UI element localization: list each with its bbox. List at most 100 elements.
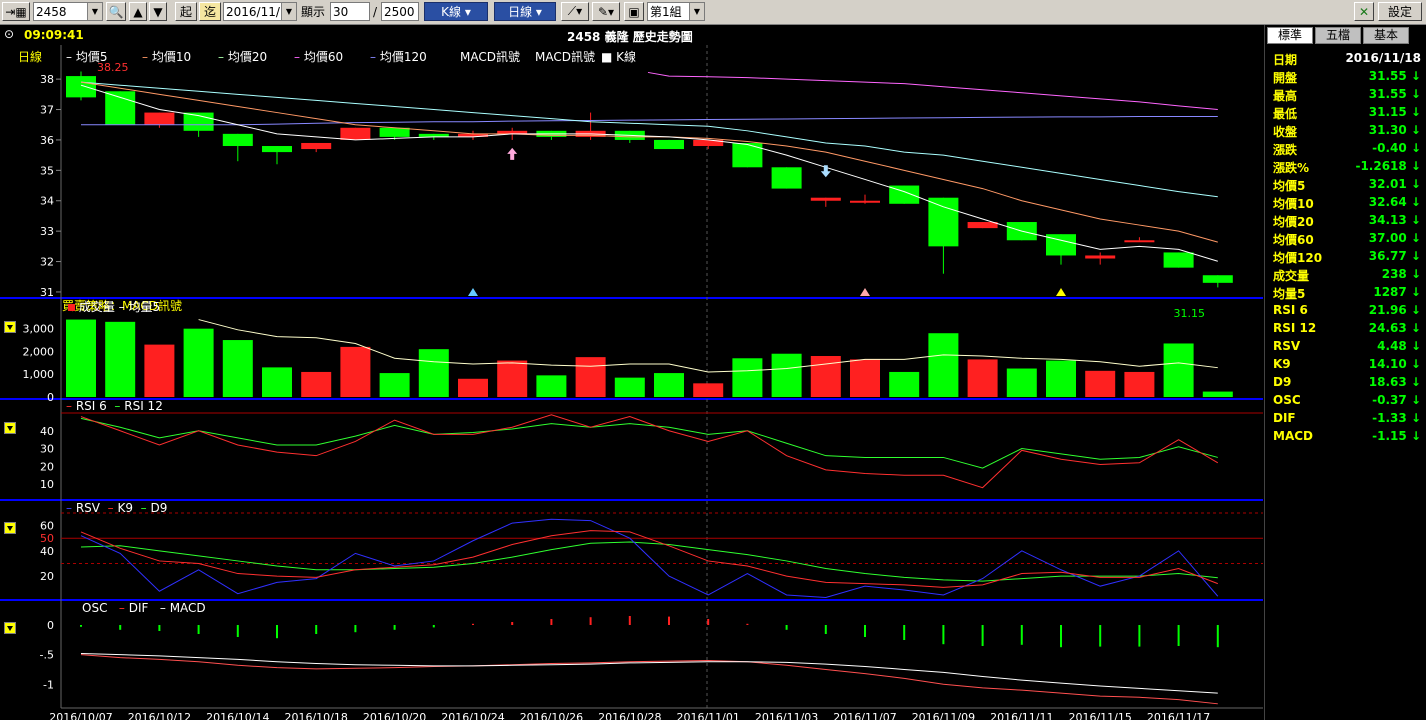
period-button[interactable]: 日線 ▾ [494,2,556,21]
symbol-select[interactable]: 2458 ▼ [33,2,103,21]
total-input[interactable]: 2500 [381,2,419,21]
quote-value: 31.15 ↓ [1368,105,1421,119]
candle-body [222,133,253,147]
chevron-down-icon[interactable]: ▼ [87,3,102,20]
price-legend-item: MACD訊號 [535,48,595,65]
quote-label: 成交量 [1273,269,1310,283]
excel-icon[interactable]: ✕ [1354,2,1374,21]
macd-tick-label: -1 [43,678,54,691]
volume-bar [732,358,763,397]
kd-tick-label: 60 [40,520,54,533]
quote-row: D9 18.63 ↓ [1273,375,1421,393]
sell-signal-icon [820,165,831,178]
chevron-down-icon[interactable]: ▼ [281,3,296,20]
quote-row: 收盤 31.30 ↓ [1273,123,1421,141]
quote-row: OSC -0.37 ↓ [1273,393,1421,411]
draw-line-icon[interactable]: ⟋▾ [561,2,589,21]
date-tick-label: 2016/10/12 [128,711,191,720]
signal-marker-icon [1056,288,1066,296]
rsi-tick-label: 40 [40,425,54,438]
osc-bar [981,625,984,646]
eraser-icon[interactable]: ✎▾ [592,2,620,21]
date-tick-label: 2016/10/28 [598,711,661,720]
quote-label: 均價5 [1273,179,1306,193]
arrow-down-icon[interactable]: ▼ [149,2,167,21]
kline-legend: ■ K線 [601,50,637,64]
chevron-down-icon[interactable]: ▼ [689,3,704,20]
volume-bar [1124,371,1155,397]
chart-canvas: 383736353433323138.2531.153,0002,0001,00… [0,45,1263,720]
rsi-legend: – RSI 6 – RSI 12 [66,399,163,413]
quote-label: RSI 12 [1273,321,1317,335]
tab-five-levels[interactable]: 五檔 [1315,27,1362,44]
rsi-panel-toggle-icon[interactable] [4,422,16,434]
volume-bar [183,328,214,397]
kd-panel-toggle-icon[interactable] [4,522,16,534]
volume-legend: 成交量 – 均量5 [68,298,160,315]
date-tick-label: 2016/11/07 [833,711,896,720]
cursor-mode-button[interactable]: ⇥▦ [2,2,30,21]
volume-tick-label: 2,000 [23,345,55,358]
volume-panel-toggle-icon[interactable] [4,321,16,333]
price-legend-item: – 均價5 [66,48,107,65]
legend-label: 均價5 [75,50,108,64]
end-button[interactable]: 迄 [199,2,221,21]
group-select[interactable]: 第1組 ▼ [647,2,705,21]
volume-tick-label: 0 [47,391,54,404]
volume-bar [889,371,920,397]
quote-label: K9 [1273,357,1291,371]
quote-row: 均量5 1287 ↓ [1273,285,1421,303]
kd-tick-label: 50 [40,532,54,545]
date-tick-label: 2016/11/03 [755,711,818,720]
legend-swatch: – [370,50,380,64]
tab-standard[interactable]: 標準 [1267,27,1314,44]
tab-basic[interactable]: 基本 [1363,27,1410,44]
quote-row: 均價60 37.00 ↓ [1273,231,1421,249]
volume-bar [418,349,449,397]
osc-bar [472,623,474,625]
clock-icon: ⊙ [4,27,15,41]
quote-value: 1287 ↓ [1373,285,1421,299]
ma10-line [80,81,1218,243]
ma60-line [647,71,1218,111]
macd-panel-toggle-icon[interactable] [4,622,16,634]
candle-body [144,112,175,125]
quote-value: 32.64 ↓ [1368,195,1421,209]
settings-button[interactable]: 設定 [1378,2,1422,21]
macd-tick-label: 0 [47,619,54,632]
volume-bar [771,353,802,397]
legend-swatch: – [218,50,228,64]
quote-label: 最低 [1273,107,1298,121]
osc-bar [668,616,670,625]
osc-bar [942,625,945,645]
candle-body [928,197,959,247]
legend-swatch: – [66,50,76,64]
panel-separator [0,499,1263,501]
volume-bar [1202,391,1233,397]
osc-bar [1177,625,1180,646]
osc-bar [1138,625,1141,647]
volume-bar [497,360,528,397]
quote-value: 32.01 ↓ [1368,177,1421,191]
start-button[interactable]: 起 [175,2,197,21]
show-count-input[interactable]: 30 [330,2,370,21]
kline-button[interactable]: K線 ▾ [424,2,488,21]
price-period-label: 日線 [18,50,43,64]
legend-swatch: – [142,50,152,64]
quote-label: OSC [1273,393,1301,407]
osc-bar [276,625,278,639]
volume-bar [144,344,175,397]
arrow-up-icon[interactable]: ▲ [129,2,147,21]
search-icon[interactable]: 🔍 [106,2,126,21]
candle-body [262,146,292,153]
date-tick-label: 2016/11/09 [912,711,975,720]
quote-row: MACD -1.15 ↓ [1273,429,1421,447]
quote-value: -1.15 ↓ [1372,429,1421,443]
date-tick-label: 2016/11/11 [990,711,1053,720]
candle-body [810,197,841,201]
date-select[interactable]: 2016/11/18 ▼ [223,2,297,21]
grid-icon[interactable]: ▣ [624,2,644,21]
quote-value: -1.2618 ↓ [1355,159,1421,173]
candle-body [1202,275,1233,283]
rsi-tick-label: 30 [40,443,54,456]
